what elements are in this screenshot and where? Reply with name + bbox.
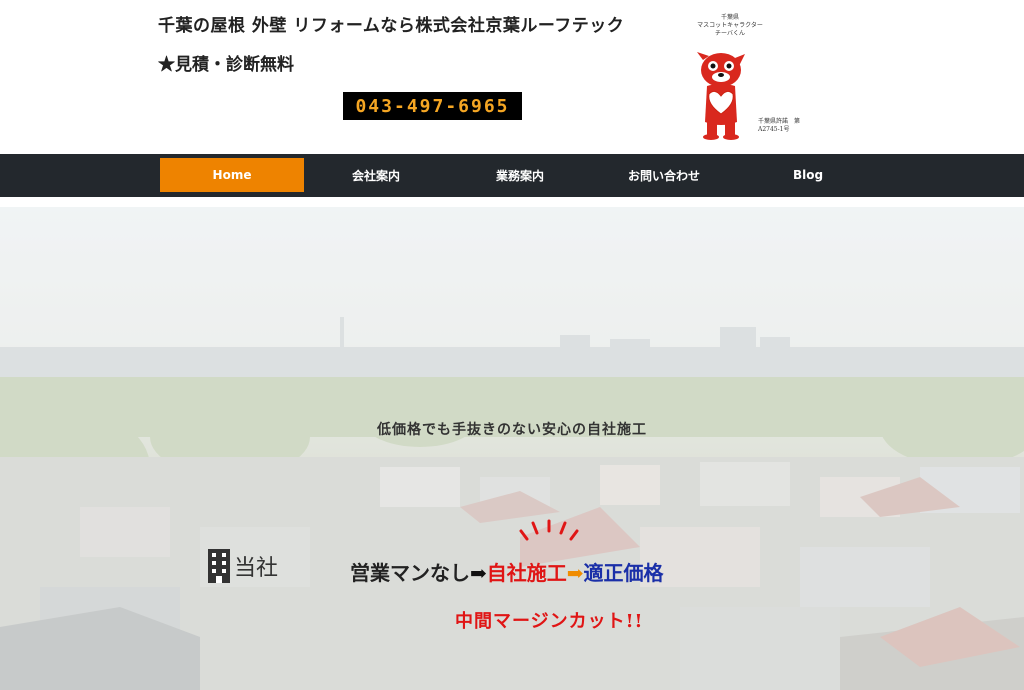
building-icon bbox=[208, 549, 230, 583]
emphasis-burst-icon bbox=[519, 519, 579, 541]
hero-tagline: 低価格でも手抜きのない安心の自社施工 bbox=[377, 422, 647, 438]
nav-item-company[interactable]: 会社案内 bbox=[304, 158, 448, 192]
tosha-label: 当社 bbox=[234, 556, 279, 581]
slogan-fair-price: 適正価格 bbox=[583, 561, 664, 585]
hero-slogan: 営業マンなし➡自社施工➡適正価格 bbox=[350, 557, 664, 586]
slogan-in-house: 自社施工 bbox=[486, 561, 567, 585]
site-subtitle: ★見積・診断無料 bbox=[158, 55, 294, 75]
nav-item-contact[interactable]: お問い合わせ bbox=[592, 158, 736, 192]
margin-cut-text: 中間マージンカット!! bbox=[455, 611, 644, 632]
mascot-caption: 千葉県 マスコットキャラクター チーバくん bbox=[697, 14, 763, 37]
main-nav: Home 会社案内 業務案内 お問い合わせ Blog bbox=[0, 154, 1024, 197]
chiba-kun-mascot-icon bbox=[697, 52, 745, 140]
phone-number[interactable]: 043-497-6965 bbox=[343, 92, 522, 120]
site-header: 千葉の屋根 外壁 リフォームなら株式会社京葉ルーフテック ★見積・診断無料 04… bbox=[0, 0, 1024, 154]
nav-item-blog[interactable]: Blog bbox=[736, 158, 880, 192]
site-title[interactable]: 千葉の屋根 外壁 リフォームなら株式会社京葉ルーフテック bbox=[158, 11, 624, 36]
nav-item-home[interactable]: Home bbox=[160, 158, 304, 192]
slogan-no-salesman: 営業マンなし bbox=[350, 561, 470, 585]
nav-item-services[interactable]: 業務案内 bbox=[448, 158, 592, 192]
hero-banner: 低価格でも手抜きのない安心の自社施工 当社 営業マンなし➡自社施工➡適正価格 中… bbox=[0, 207, 1024, 690]
tosha-block: 当社 bbox=[208, 549, 278, 583]
license-note: 千葉県許諾 第 A2745-1号 bbox=[758, 118, 801, 133]
arrow-right-icon: ➡ bbox=[566, 561, 584, 585]
arrow-right-icon: ➡ bbox=[470, 561, 487, 585]
